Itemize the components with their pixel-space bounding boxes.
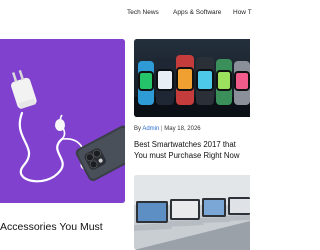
smartwatches-illustration (134, 39, 250, 117)
post-title-line: You must Purchase Right Now (134, 151, 240, 160)
post-title-line: Best Smartwatches 2017 that (134, 140, 236, 149)
nav-apps-software[interactable]: Apps & Software (173, 9, 221, 16)
post-title-smartwatches[interactable]: Best Smartwatches 2017 that You must Pur… (134, 139, 250, 161)
top-navigation: Tech News Apps & Software How T (0, 0, 252, 32)
post-image-laptops[interactable] (134, 175, 250, 250)
post-meta: By Admin | May 18, 2026 (134, 126, 201, 132)
post-image-smartwatches[interactable] (134, 39, 250, 117)
meta-separator: | (161, 126, 163, 132)
post-date: May 18, 2026 (164, 126, 201, 132)
nav-how-to[interactable]: How T (233, 9, 252, 16)
nav-tech-news[interactable]: Tech News (127, 9, 159, 16)
laptops-illustration (134, 175, 250, 250)
post-author-link[interactable]: Admin (142, 126, 159, 132)
featured-post-title[interactable]: Accessories You Must (0, 221, 130, 233)
phone-accessories-illustration (0, 39, 125, 203)
featured-post-image[interactable] (0, 39, 125, 203)
